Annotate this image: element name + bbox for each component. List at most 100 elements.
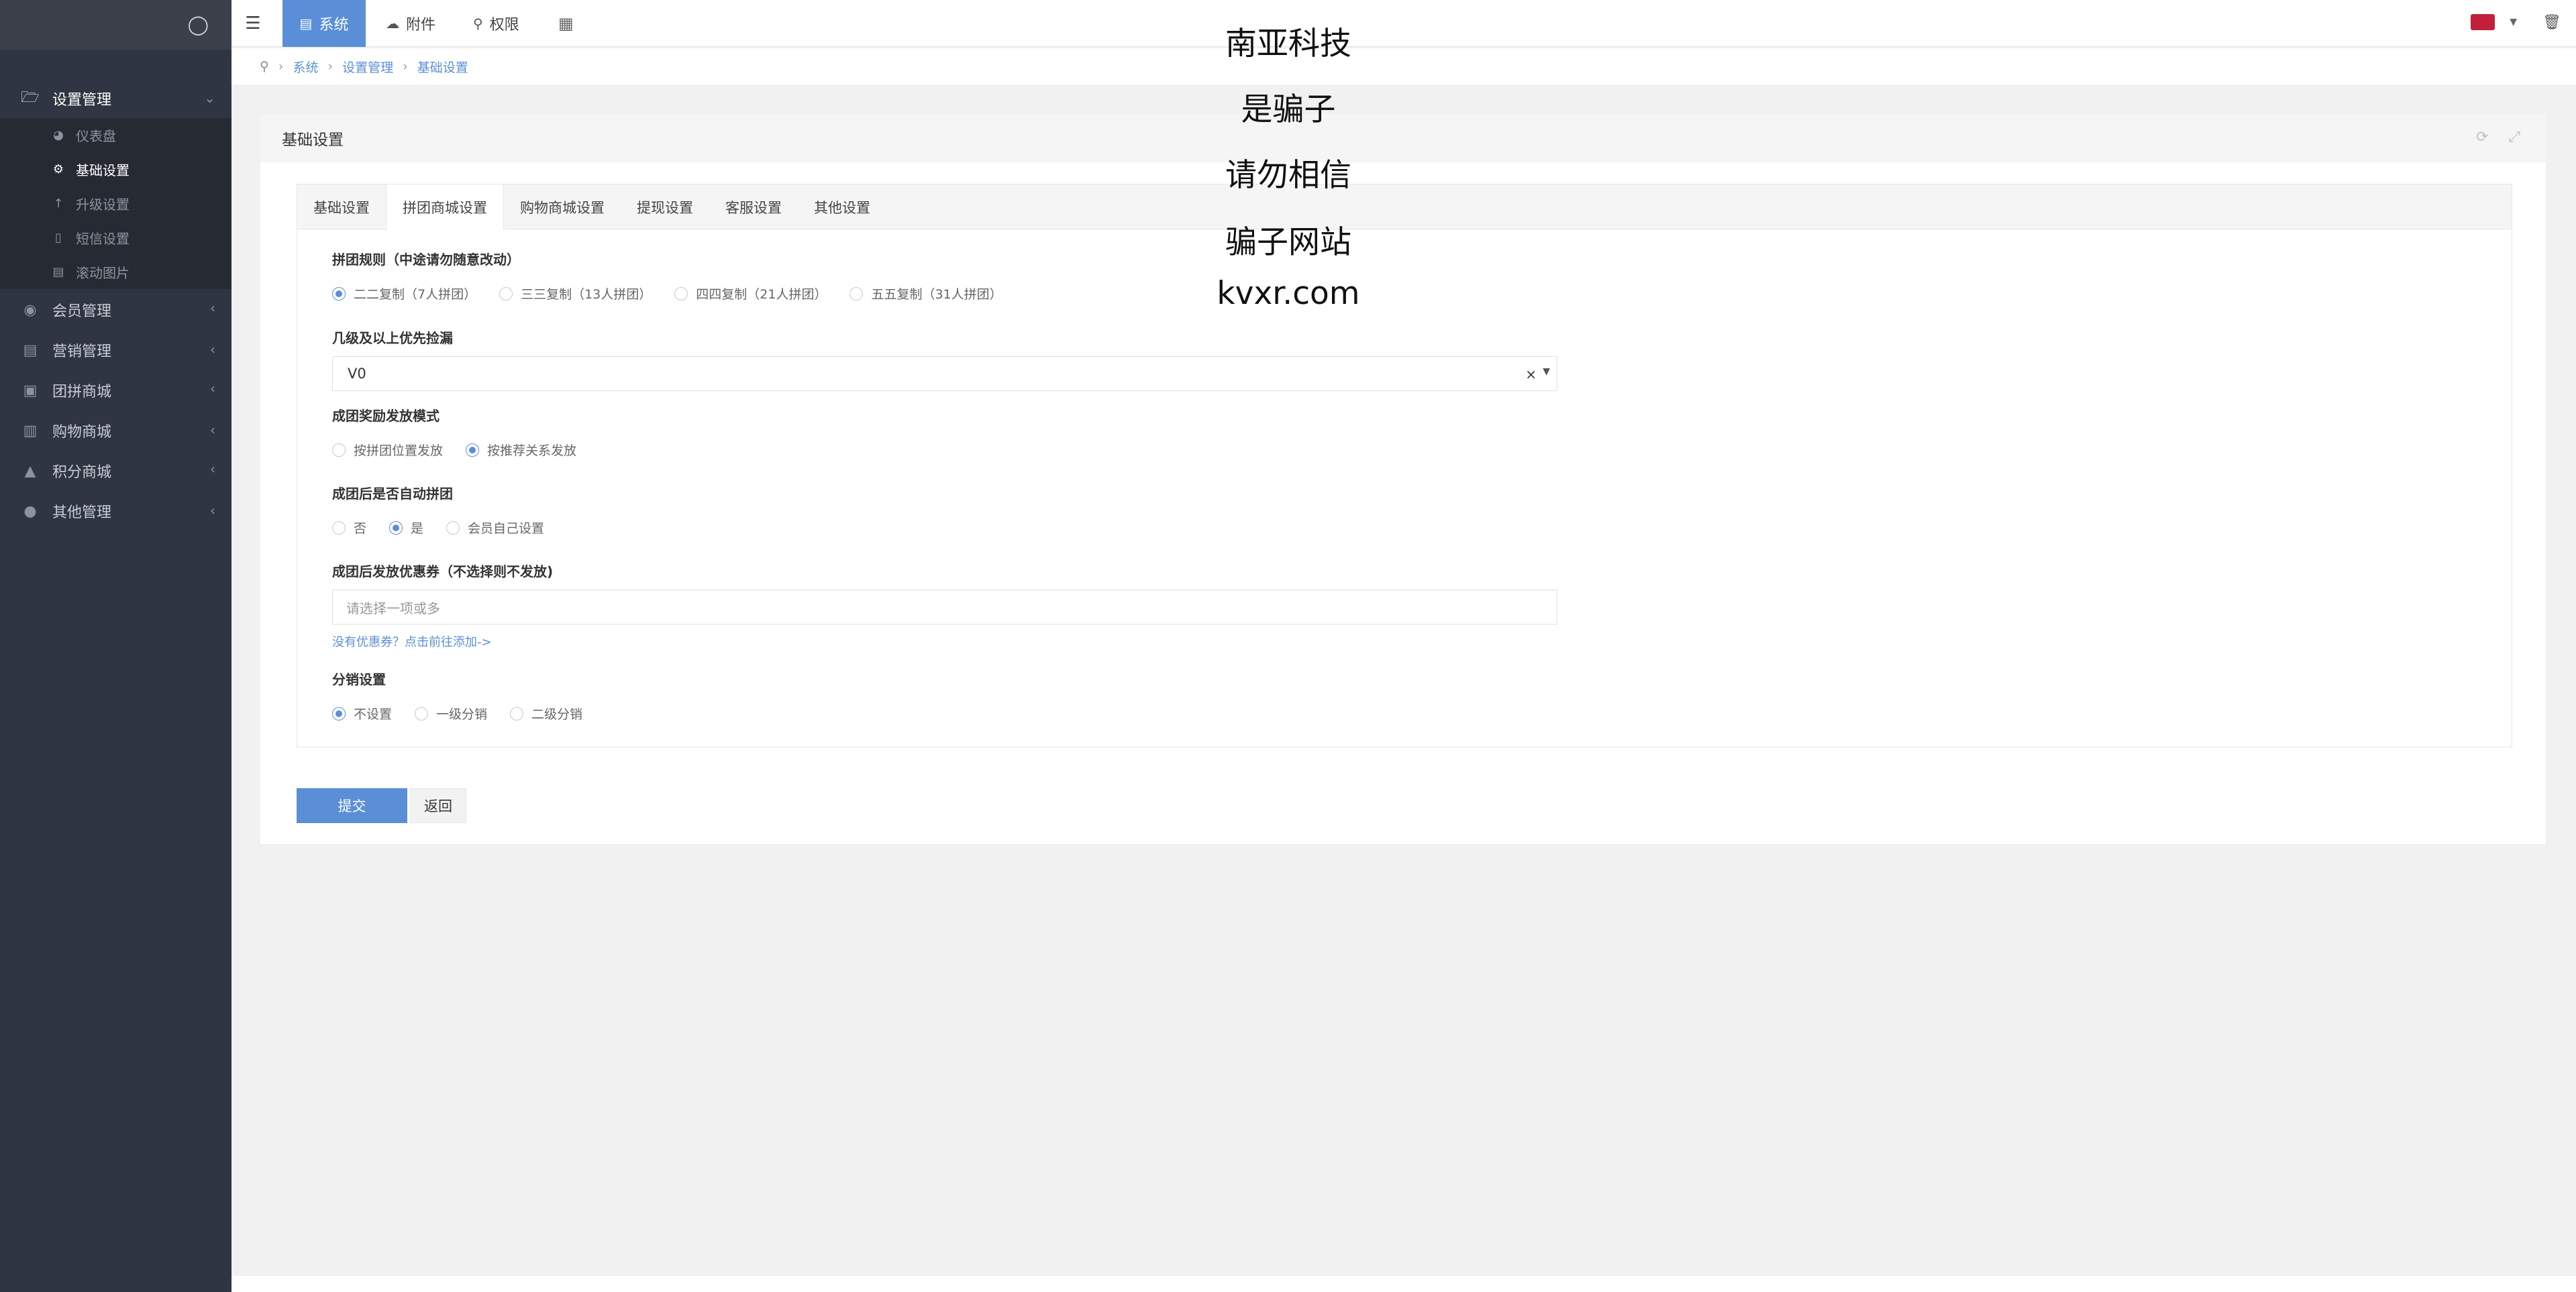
level-select[interactable]: V0 × ▼ — [332, 356, 1557, 391]
dashboard-icon: ◕ — [53, 128, 64, 142]
tab-group-buy-settings[interactable]: 拼团商城设置 — [386, 184, 504, 230]
refresh-icon[interactable]: ⟳ — [2476, 129, 2488, 146]
mobile-icon: ▯ — [55, 231, 62, 245]
multiselect-placeholder: 请选择一项或多 — [346, 600, 440, 616]
tab-permissions[interactable]: ⚲ 权限 — [473, 0, 519, 47]
arrow-up-icon: ↑ — [53, 197, 64, 211]
user-menu[interactable]: ▼ — [2471, 5, 2517, 39]
sidebar-group-label: 设置管理 — [52, 92, 112, 109]
chevron-left-icon: ‹ — [210, 502, 215, 519]
radio-dist-option[interactable]: 二级分销 — [510, 704, 582, 722]
chevron-left-icon: ‹ — [210, 380, 215, 396]
sidebar-item-scroll-images[interactable]: ▤ 滚动图片 — [0, 255, 231, 289]
watermark-line: 南亚科技 — [1225, 25, 1351, 62]
radio-dist-option[interactable]: 不设置 — [332, 704, 392, 722]
add-coupon-link[interactable]: 没有优惠券？点击前往添加-> — [332, 633, 1557, 650]
location-pin-icon: ⚲ — [260, 59, 269, 74]
sidebar-group-group-buy-mall[interactable]: ▣ 团拼商城 ‹ — [0, 370, 231, 411]
apps-button[interactable]: ▦ — [558, 0, 574, 47]
back-button[interactable]: 返回 — [410, 788, 466, 823]
grid-icon: ▦ — [558, 14, 574, 33]
caret-down-icon: ▼ — [2510, 17, 2517, 28]
sidebar-group-marketing[interactable]: ▤ 营销管理 ‹ — [0, 331, 231, 370]
sidebar-item-dashboard[interactable]: ◕ 仪表盘 — [0, 118, 231, 152]
menu-toggle-button[interactable]: ☰ — [241, 0, 265, 47]
breadcrumb-item[interactable]: 基础设置 — [417, 58, 468, 76]
sidebar-group-settings[interactable]: 🗁 设置管理 ⌄ — [0, 79, 231, 118]
basket-icon: ▣ — [23, 382, 38, 399]
chat-icon: ● — [23, 502, 37, 520]
radio-auto-option[interactable]: 会员自己设置 — [446, 519, 544, 537]
caret-down-icon: ▼ — [1543, 366, 1550, 377]
sidebar-item-label: 基础设置 — [76, 162, 130, 178]
field-label: 成团后是否自动拼团 — [332, 486, 453, 502]
folder-open-icon: 🗁 — [21, 89, 40, 106]
field-group-level: 几级及以上优先捡漏 V0 × ▼ — [332, 327, 1557, 391]
sidebar-group-label: 其他管理 — [52, 504, 112, 521]
cart-icon: ▥ — [23, 422, 38, 439]
tab-basic-settings[interactable]: 基础设置 — [297, 184, 386, 229]
tab-shopping-settings[interactable]: 购物商城设置 — [504, 184, 621, 229]
tab-withdraw-settings[interactable]: 提现设置 — [621, 184, 709, 229]
sidebar-group-other[interactable]: ● 其他管理 ‹ — [0, 492, 231, 531]
breadcrumb-item[interactable]: 设置管理 — [342, 58, 393, 76]
hamburger-icon: ☰ — [245, 13, 261, 34]
chevron-down-icon: ⌄ — [204, 90, 215, 106]
coupon-multiselect[interactable]: 请选择一项或多 — [332, 590, 1557, 625]
money-icon: ▤ — [23, 341, 38, 359]
sidebar-item-label: 滚动图片 — [76, 265, 130, 281]
clear-cache-button[interactable]: 🗑 — [2542, 5, 2561, 39]
avatar — [2471, 14, 2495, 30]
tab-system[interactable]: ▤ 系统 — [282, 0, 366, 47]
sidebar-group-shopping-mall[interactable]: ▥ 购物商城 ‹ — [0, 411, 231, 450]
water-drop-icon[interactable]: ◯ — [188, 13, 209, 36]
tab-label: 附件 — [406, 17, 436, 34]
submit-button[interactable]: 提交 — [297, 788, 407, 823]
field-group-distribution: 分销设置 不设置 一级分销 二级分销 — [332, 669, 605, 722]
gear-icon: ⚙ — [52, 162, 64, 176]
watermark-line: 请勿相信 — [1225, 157, 1351, 194]
field-group-rule: 拼团规则（中途请勿随意改动） 二二复制（7人拼团） 三三复制（13人拼团） 四四… — [332, 249, 1025, 303]
sidebar-item-upgrade-settings[interactable]: ↑ 升级设置 — [0, 186, 231, 221]
fullscreen-icon[interactable]: ⤢ — [2508, 129, 2520, 146]
field-group-auto: 成团后是否自动拼团 否 是 会员自己设置 — [332, 483, 567, 537]
radio-rule-option[interactable]: 四四复制（21人拼团） — [674, 284, 827, 303]
sidebar-item-label: 升级设置 — [76, 197, 130, 213]
sidebar-item-sms-settings[interactable]: ▯ 短信设置 — [0, 221, 231, 255]
radio-auto-option[interactable]: 否 — [332, 519, 366, 537]
footer — [231, 1276, 2576, 1292]
select-value: V0 — [348, 366, 366, 382]
chevron-left-icon: ‹ — [210, 300, 215, 316]
tab-other-settings[interactable]: 其他设置 — [798, 184, 886, 229]
sidebar-group-points-mall[interactable]: ▲ 积分商城 ‹ — [0, 450, 231, 492]
tab-attachments[interactable]: ☁ 附件 — [386, 0, 435, 47]
sidebar-group-label: 营销管理 — [52, 343, 112, 360]
sidebar-item-label: 短信设置 — [76, 231, 130, 247]
radio-reward-option[interactable]: 按推荐关系发放 — [466, 441, 576, 459]
radio-rule-option[interactable]: 三三复制（13人拼团） — [499, 284, 652, 303]
chevron-left-icon: ‹ — [210, 422, 215, 438]
sidebar-group-members[interactable]: ◉ 会员管理 ‹ — [0, 289, 231, 331]
field-label: 拼团规则（中途请勿随意改动） — [332, 252, 520, 268]
field-group-coupon: 成团后发放优惠券（不选择则不发放) 请选择一项或多 没有优惠券？点击前往添加-> — [332, 561, 1557, 650]
tab-container: 基础设置 拼团商城设置 购物商城设置 提现设置 客服设置 其他设置 拼团规则（中… — [297, 184, 2512, 747]
sidebar: ◯ 🗁 设置管理 ⌄ ◕ 仪表盘 ⚙ 基础设置 ↑ 升级设置 ▯ 短信设置 ▤ … — [0, 0, 231, 1292]
monitor-icon: ▤ — [299, 15, 313, 32]
tab-service-settings[interactable]: 客服设置 — [709, 184, 798, 229]
clear-icon[interactable]: × — [1525, 366, 1537, 382]
watermark-line: kvxr.com — [1217, 275, 1360, 312]
radio-auto-option[interactable]: 是 — [389, 519, 423, 537]
watermark-line: 骗子网站 — [1225, 224, 1351, 261]
radio-rule-option[interactable]: 二二复制（7人拼团） — [332, 284, 476, 303]
radio-reward-option[interactable]: 按拼团位置发放 — [332, 441, 443, 459]
chevron-left-icon: ‹ — [210, 341, 215, 358]
sidebar-group-label: 会员管理 — [52, 303, 112, 320]
radio-rule-option[interactable]: 五五复制（31人拼团） — [849, 284, 1002, 303]
sidebar-item-basic-settings[interactable]: ⚙ 基础设置 — [0, 152, 231, 186]
field-label: 成团后发放优惠券（不选择则不发放) — [332, 563, 554, 580]
key-icon: ⚲ — [473, 15, 483, 32]
breadcrumb-item[interactable]: 系统 — [293, 58, 319, 76]
sidebar-item-label: 仪表盘 — [76, 128, 116, 144]
radio-dist-option[interactable]: 一级分销 — [415, 704, 487, 722]
bank-icon: ▲ — [24, 462, 36, 480]
